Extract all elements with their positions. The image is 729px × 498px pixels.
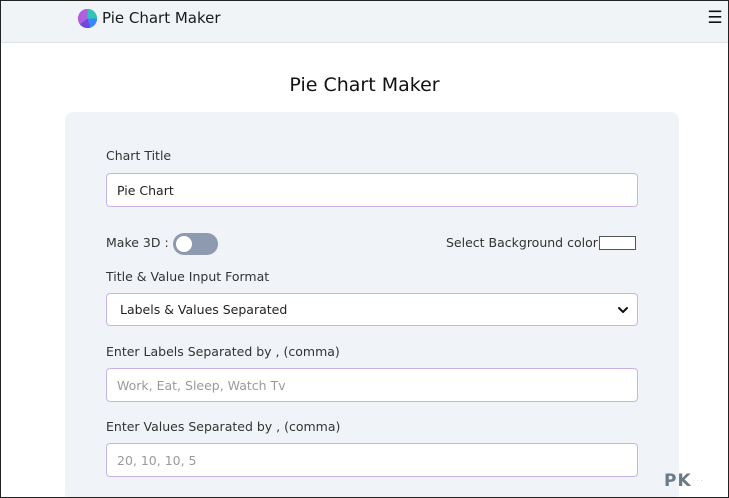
pie-chart-logo-icon[interactable]: [77, 8, 98, 29]
values-input[interactable]: [106, 443, 638, 477]
make-3d-toggle[interactable]: [173, 233, 218, 255]
labels-input-label: Enter Labels Separated by , (comma): [106, 344, 340, 359]
chart-title-label: Chart Title: [106, 148, 172, 163]
input-format-select[interactable]: Labels & Values Separated: [106, 293, 638, 326]
top-navbar: Pie Chart Maker ☰: [1, 1, 728, 43]
watermark-logo: PK: [664, 471, 692, 491]
chevron-down-icon: [618, 307, 628, 313]
hamburger-menu-icon[interactable]: ☰: [707, 8, 723, 28]
app-window: Pie Chart Maker ☰ Pie Chart Maker Chart …: [0, 0, 729, 498]
watermark-sub: · · ·: [693, 478, 703, 485]
page-title: Pie Chart Maker: [289, 74, 440, 96]
input-format-label: Title & Value Input Format: [106, 269, 270, 284]
brand-name[interactable]: Pie Chart Maker: [102, 9, 221, 27]
labels-input[interactable]: [106, 368, 638, 402]
values-input-label: Enter Values Separated by , (comma): [106, 419, 341, 434]
chart-title-input[interactable]: [106, 173, 638, 207]
make-3d-label: Make 3D :: [106, 235, 169, 250]
background-color-label: Select Background color:: [446, 235, 602, 250]
background-color-picker[interactable]: [599, 236, 636, 250]
input-format-selected-value: Labels & Values Separated: [120, 302, 288, 317]
toggle-knob: [176, 236, 192, 252]
